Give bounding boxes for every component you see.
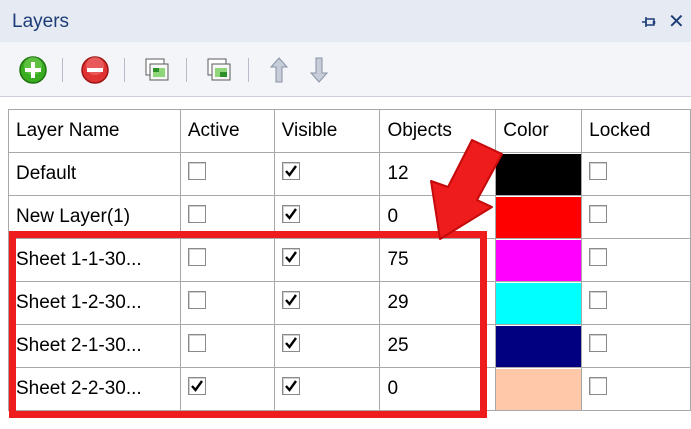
toolbar-separator bbox=[248, 58, 249, 82]
annotation-arrow bbox=[430, 139, 503, 240]
visible-cell bbox=[273, 152, 381, 196]
toolbar-separator bbox=[62, 58, 63, 82]
locked-cell bbox=[581, 281, 691, 325]
toolbar-separator bbox=[186, 58, 187, 82]
visible-checkbox[interactable] bbox=[281, 161, 300, 180]
remove-layer-button[interactable] bbox=[78, 53, 112, 87]
layer-image-icon bbox=[207, 58, 231, 81]
layer-copy-button[interactable] bbox=[202, 53, 236, 87]
column-header-layer-name[interactable]: Layer Name bbox=[8, 109, 181, 153]
locked-checkbox[interactable] bbox=[589, 247, 608, 266]
locked-cell bbox=[581, 367, 691, 411]
minus-circle-icon bbox=[81, 56, 109, 84]
close-icon[interactable]: ✕ bbox=[668, 12, 685, 32]
arrow-up-icon bbox=[269, 57, 289, 83]
add-layer-button[interactable] bbox=[16, 53, 50, 87]
move-up-button[interactable] bbox=[262, 53, 296, 87]
locked-cell bbox=[581, 195, 691, 239]
table-row[interactable]: Default 12 bbox=[8, 152, 691, 196]
active-checkbox[interactable] bbox=[187, 204, 206, 223]
locked-checkbox[interactable] bbox=[589, 333, 608, 352]
arrow-down-icon bbox=[309, 57, 329, 83]
panel-title-bar: Layers ✕ bbox=[0, 0, 691, 42]
layer-name-cell[interactable]: Default bbox=[8, 152, 181, 196]
layers-panel: Layers ✕ Layer Name Active Visible Objec… bbox=[0, 0, 691, 429]
locked-checkbox[interactable] bbox=[589, 204, 608, 223]
layer-color-swatch[interactable] bbox=[496, 282, 581, 324]
layer-image-icon bbox=[145, 58, 169, 81]
locked-cell bbox=[581, 324, 691, 368]
layer-color-swatch[interactable] bbox=[496, 325, 581, 367]
locked-cell bbox=[581, 152, 691, 196]
annotation-highlight-box bbox=[9, 231, 487, 418]
column-header-locked[interactable]: Locked bbox=[581, 109, 691, 153]
layers-toolbar bbox=[0, 42, 691, 97]
color-cell[interactable] bbox=[495, 324, 583, 368]
color-cell[interactable] bbox=[495, 281, 583, 325]
locked-checkbox[interactable] bbox=[589, 376, 608, 395]
panel-title: Layers bbox=[12, 11, 70, 32]
visible-checkbox[interactable] bbox=[281, 204, 300, 223]
toolbar-separator bbox=[124, 58, 125, 82]
active-checkbox[interactable] bbox=[187, 161, 206, 180]
column-header-active[interactable]: Active bbox=[179, 109, 275, 153]
grid-header-row: Layer Name Active Visible Objects Color … bbox=[8, 109, 691, 153]
column-header-visible[interactable]: Visible bbox=[273, 109, 381, 153]
layer-color-swatch[interactable] bbox=[496, 368, 581, 410]
move-down-button[interactable] bbox=[302, 53, 336, 87]
layer-color-swatch[interactable] bbox=[496, 239, 581, 281]
pin-icon[interactable] bbox=[640, 14, 658, 32]
plus-circle-icon bbox=[19, 56, 47, 84]
color-cell[interactable] bbox=[495, 367, 583, 411]
active-cell bbox=[179, 152, 275, 196]
locked-checkbox[interactable] bbox=[589, 161, 608, 180]
layer-properties-button[interactable] bbox=[140, 53, 174, 87]
locked-checkbox[interactable] bbox=[589, 290, 608, 309]
locked-cell bbox=[581, 238, 691, 282]
